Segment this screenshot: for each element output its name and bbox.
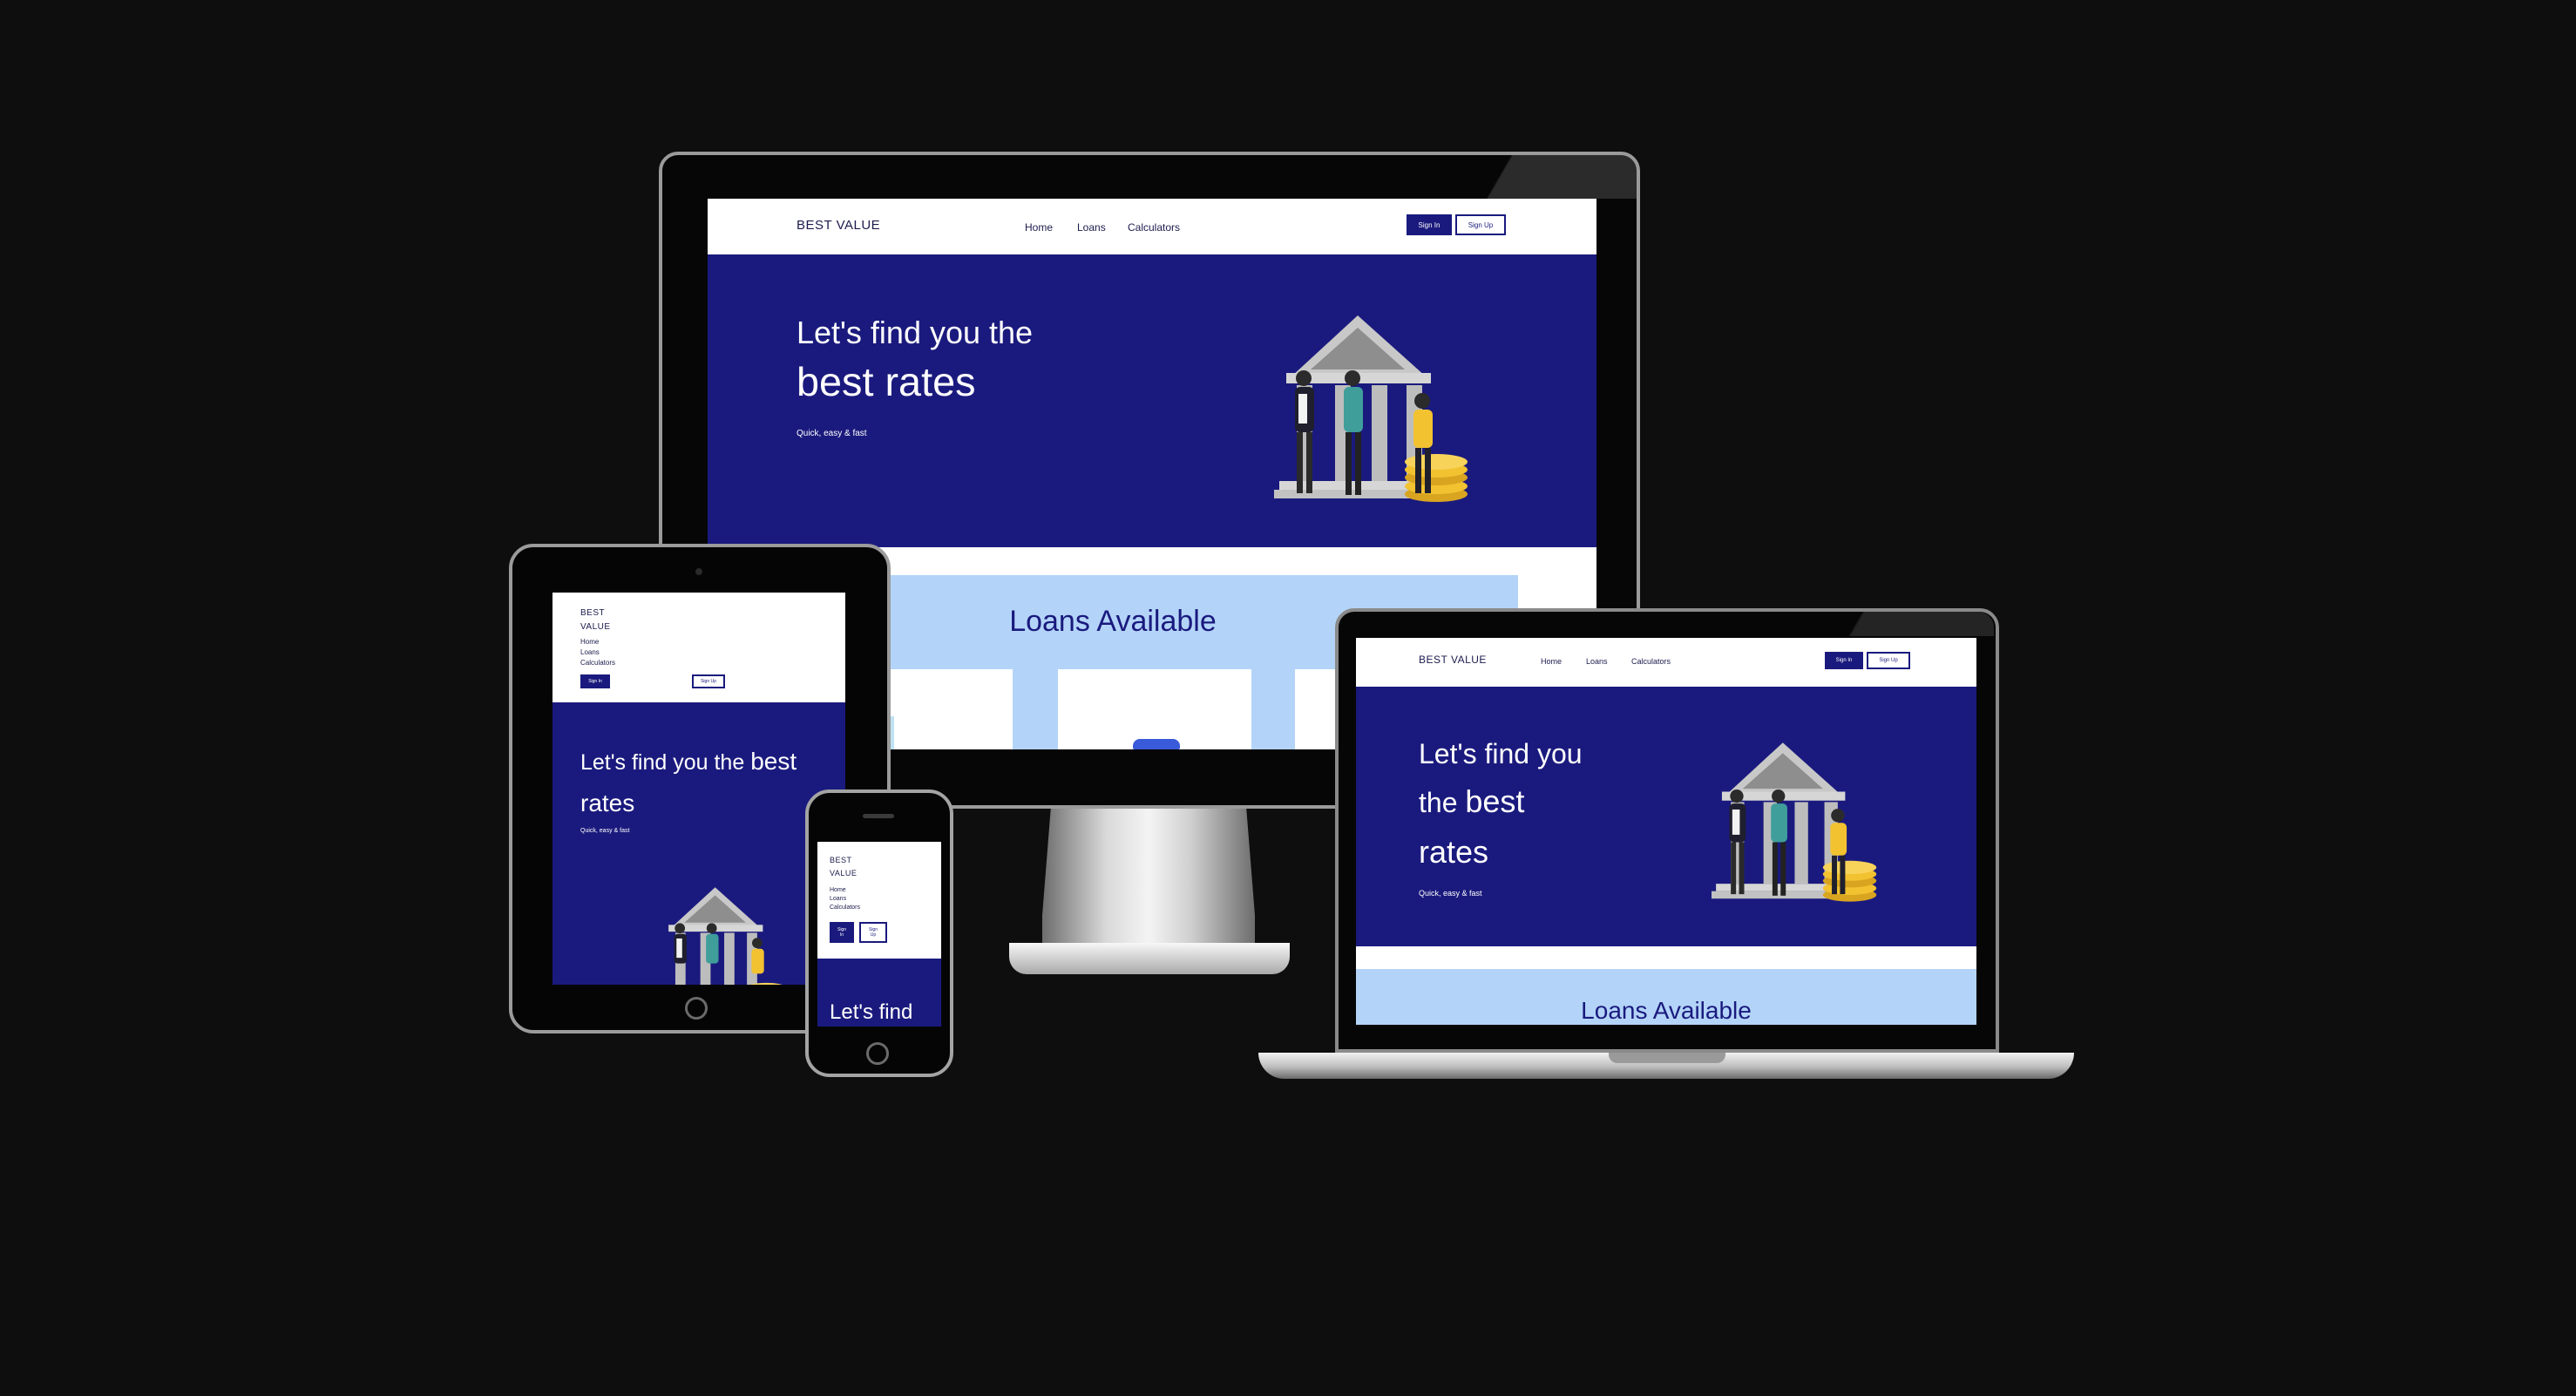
phone-screen: BEST VALUE Home Loans Calculators Sign I… <box>817 842 941 1027</box>
bank-illustration <box>668 887 783 985</box>
coin-stack <box>1405 454 1468 502</box>
hero-line-1b: best <box>750 748 797 775</box>
tablet-screen: BEST VALUE Home Loans Calculators Sign I… <box>552 593 845 985</box>
nav-loans[interactable]: Loans <box>1586 657 1608 666</box>
sign-in-button[interactable]: Sign In <box>830 922 854 943</box>
loans-title: Loans Available <box>1581 997 1752 1024</box>
laptop-screen: BEST VALUE Home Loans Calculators Sign I… <box>1356 638 1976 1025</box>
phone-speaker <box>863 814 894 818</box>
nav-calculators[interactable]: Calculators <box>580 659 615 667</box>
hero-line-2: rates <box>580 789 635 817</box>
tablet-home-button[interactable] <box>685 997 708 1020</box>
nav-home[interactable]: Home <box>1025 221 1053 234</box>
loans-section: Loans Available <box>1356 969 1976 1025</box>
hero-tagline: Quick, easy & fast <box>580 828 630 834</box>
hero-line-2a: the <box>1419 787 1466 819</box>
site-navbar: BEST VALUE Home Loans Calculators Sign I… <box>817 842 941 959</box>
laptop-glare <box>1743 612 1994 636</box>
nav-home[interactable]: Home <box>580 638 599 646</box>
logo-line-2: VALUE <box>830 869 858 878</box>
hero-section: Let's find you the best rates Quick, eas… <box>708 254 1596 547</box>
hero-tagline: Quick, easy & fast <box>1419 889 1482 898</box>
hero-line-2: the best <box>1419 776 1583 827</box>
loan-card-2[interactable] <box>1058 669 1251 749</box>
hero-heading: Let's find <box>830 1000 913 1024</box>
hero-section: Let's find <box>817 959 941 1027</box>
hero-section: Let's find you the best rates Quick, eas… <box>1356 687 1976 946</box>
sign-in-button[interactable]: Sign In <box>580 674 610 688</box>
site-logo[interactable]: BEST VALUE <box>580 607 611 634</box>
sign-in-button[interactable]: Sign In <box>1407 214 1452 235</box>
logo-line-1: BEST <box>580 608 606 618</box>
nav-home[interactable]: Home <box>830 887 846 893</box>
sign-in-button[interactable]: Sign In <box>1825 652 1863 669</box>
hero-line-1: Let's find you <box>1419 738 1583 769</box>
sign-up-button[interactable]: Sign Up <box>1455 214 1506 235</box>
nav-loans[interactable]: Loans <box>830 896 846 902</box>
hero-section: Let's find you the best rates Quick, eas… <box>552 702 845 985</box>
logo-line-2: VALUE <box>580 622 611 632</box>
hero-line-1: Let's find you the <box>797 315 1034 350</box>
phone-home-button[interactable] <box>866 1042 889 1065</box>
person-middle <box>1344 370 1363 495</box>
logo-line-1: BEST <box>830 856 852 864</box>
car-icon <box>1133 739 1180 749</box>
monitor-stand-base <box>1009 943 1290 974</box>
nav-calculators[interactable]: Calculators <box>1128 221 1180 234</box>
site-logo[interactable]: BEST VALUE <box>797 218 880 233</box>
nav-loans[interactable]: Loans <box>1077 221 1106 234</box>
monitor-glare <box>1447 155 1637 199</box>
site-logo[interactable]: BEST VALUE <box>1419 654 1487 666</box>
sign-in-label-2: In <box>839 932 844 938</box>
nav-calculators[interactable]: Calculators <box>830 905 860 911</box>
site-navbar: BEST VALUE Home Loans Calculators Sign I… <box>552 593 845 702</box>
hero-tagline: Quick, easy & fast <box>797 429 867 438</box>
laptop-notch <box>1609 1053 1725 1063</box>
monitor-stand-neck <box>1042 809 1255 957</box>
nav-home[interactable]: Home <box>1541 657 1562 666</box>
tablet-camera <box>695 568 702 575</box>
hero-line-2b: best <box>1465 783 1525 820</box>
hero-line-1: Let's find you the best <box>580 741 797 783</box>
hero-heading: Let's find you the best rates <box>797 312 1033 410</box>
site-logo[interactable]: BEST VALUE <box>830 854 857 881</box>
hero-heading: Let's find you the best rates <box>580 741 797 823</box>
sign-up-button[interactable]: Sign Up <box>859 922 887 943</box>
nav-loans[interactable]: Loans <box>580 648 600 656</box>
hero-line-1a: Let's find you the <box>580 750 751 775</box>
sign-up-button[interactable]: Sign Up <box>692 674 725 688</box>
hero-heading: Let's find you the best rates <box>1419 732 1583 877</box>
bank-illustration <box>1712 742 1877 902</box>
sign-up-button[interactable]: Sign Up <box>1867 652 1910 669</box>
nav-calculators[interactable]: Calculators <box>1631 657 1671 666</box>
sign-up-label-2: Up <box>870 932 877 938</box>
site-navbar: BEST VALUE Home Loans Calculators Sign I… <box>708 199 1596 254</box>
bank-illustration <box>1274 315 1468 502</box>
hero-line-3: rates <box>1419 833 1489 870</box>
hero-line-2: best rates <box>797 358 976 404</box>
site-navbar: BEST VALUE Home Loans Calculators Sign I… <box>1356 638 1976 687</box>
